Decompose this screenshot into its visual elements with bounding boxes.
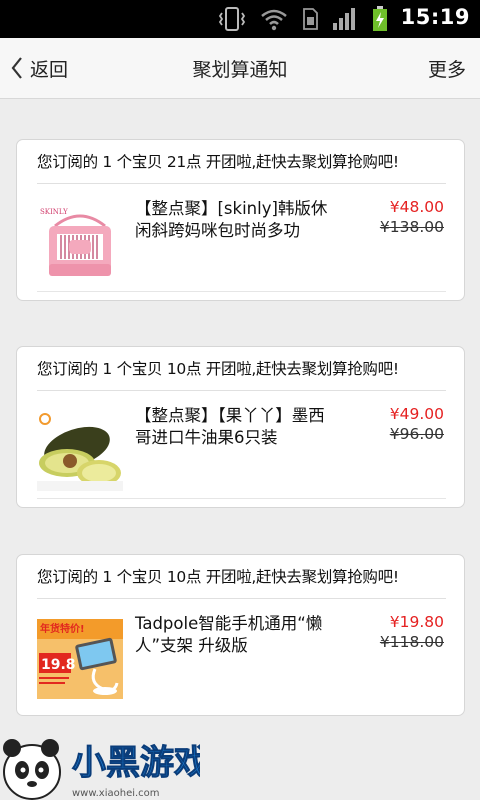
divider [37,183,446,184]
divider [37,498,446,499]
divider [37,598,446,599]
product-thumbnail[interactable]: 年货特价! 19.8 [37,619,123,699]
current-price: ¥48.00 [389,198,444,216]
notification-heading: 您订阅的 1 个宝贝 10点 开团啦,赶快去聚划算抢购吧! [37,360,399,378]
product-title[interactable]: Tadpole智能手机通用“懒人”支架 升级版 [135,613,331,657]
product-thumbnail[interactable]: SKINLY [37,204,123,284]
wifi-icon [261,9,287,31]
notification-card[interactable]: 您订阅的 1 个宝贝 10点 开团啦,赶快去聚划算抢购吧! 【整点聚】【果丫丫】… [16,346,465,508]
watermark-url: www.xiaohei.com [72,788,160,799]
notification-heading: 您订阅的 1 个宝贝 21点 开团啦,赶快去聚划算抢购吧! [37,153,399,171]
divider [37,291,446,292]
watermark-logo: 小黑游戏 www.xiaohei.com [0,728,209,800]
product-title[interactable]: 【整点聚】[skinly]韩版休闲斜跨妈咪包时尚多功 [135,198,331,242]
banner-price: 19.8 [41,657,76,673]
phone-stand-image: 年货特价! 19.8 [37,619,123,699]
notification-card[interactable]: 您订阅的 1 个宝贝 10点 开团啦,赶快去聚划算抢购吧! 年货特价! 19.8… [16,554,465,716]
more-button[interactable]: 更多 [428,55,466,82]
brand-mark: SKINLY [40,208,68,216]
title-bar: 返回 聚划算通知 更多 [0,38,480,99]
notification-heading: 您订阅的 1 个宝贝 10点 开团啦,赶快去聚划算抢购吧! [37,568,399,586]
battery-charging-icon [373,6,387,31]
avocado-image [37,411,123,491]
status-icons [218,6,388,32]
panda-logo-icon: 小黑游戏 www.xiaohei.com [3,739,209,800]
bag-image: SKINLY [37,204,123,284]
sim-card-icon [303,8,318,30]
notification-card[interactable]: 您订阅的 1 个宝贝 21点 开团啦,赶快去聚划算抢购吧! SKINLY 【整点… [16,139,465,301]
watermark-text: 小黑游戏 [72,743,200,783]
product-title[interactable]: 【整点聚】【果丫丫】墨西哥进口牛油果6只装 [135,405,331,449]
original-price: ¥96.00 [389,425,444,443]
current-price: ¥19.80 [389,613,444,631]
status-bar: 15:19 [0,0,480,38]
original-price: ¥118.00 [379,633,444,651]
banner-text: 年货特价! [40,622,85,635]
page-title: 聚划算通知 [192,59,288,81]
original-price: ¥138.00 [379,218,444,236]
product-thumbnail[interactable] [37,411,123,491]
status-time: 15:19 [400,5,470,29]
current-price: ¥49.00 [389,405,444,423]
signal-icon [333,8,355,30]
divider [37,390,446,391]
vibrate-icon [218,7,246,31]
